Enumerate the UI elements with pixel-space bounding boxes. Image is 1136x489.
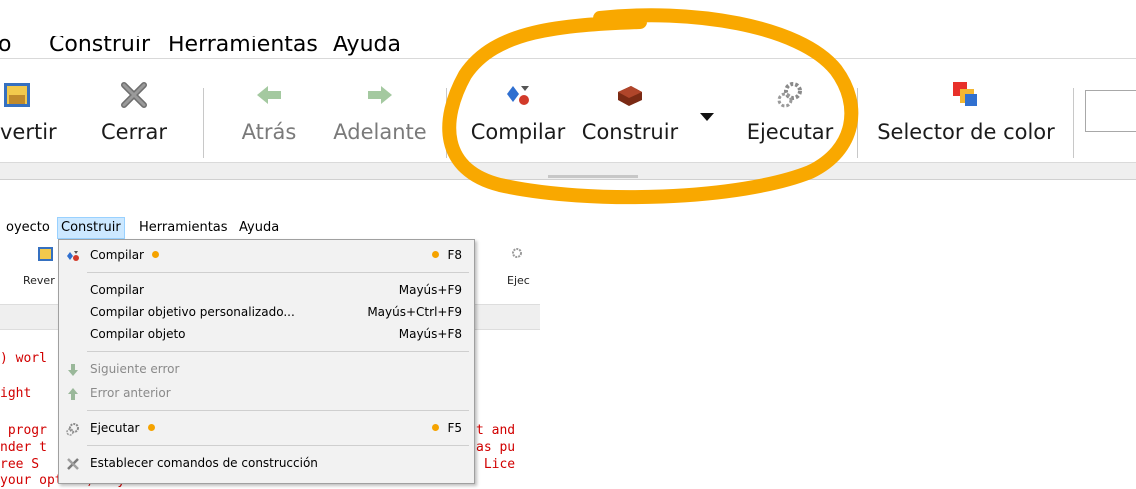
code-line: ree S (0, 457, 40, 472)
build-label: Construir (581, 120, 679, 144)
status-dot (151, 251, 159, 258)
code-line: nder t (0, 440, 47, 455)
menu-item-label: Establecer comandos de construcción (90, 456, 318, 470)
close-label: Cerrar (101, 120, 167, 144)
menu-item-compilar-objetivo[interactable]: Compilar objetivo personalizado... Mayús… (59, 302, 474, 324)
menu-item-ejecutar[interactable]: Ejecutar F5 (59, 418, 474, 440)
color-picker-button[interactable]: Selector de color (876, 68, 1056, 168)
menu-item-label: Compilar objeto (90, 327, 186, 341)
menu-item-label: Ejecutar (90, 421, 155, 435)
build-button[interactable]: Construir (580, 68, 680, 168)
menu-construir[interactable]: Construir (57, 217, 125, 239)
toolbar-search-field[interactable] (1085, 90, 1136, 132)
menu-item-compilar[interactable]: Compilar Mayús+F9 (59, 280, 474, 302)
construir-dropdown-menu: Compilar F8 Compilar Mayús+F9 Compilar o… (58, 239, 475, 484)
tools-icon (67, 458, 79, 470)
compile-label: Compilar (470, 120, 566, 144)
small-run-label[interactable]: Ejec (507, 274, 530, 287)
main-toolbar: vertir Cerrar Atrás Adelante Compilar Co… (0, 68, 1136, 168)
code-line: t and (476, 423, 516, 438)
revert-button[interactable]: vertir (0, 68, 57, 168)
top-menubar: o Construir Herramientas Ayuda (0, 36, 1136, 58)
color-picker-label: Selector de color (877, 120, 1055, 144)
menu-item-label: Siguiente error (90, 362, 180, 376)
compile-button[interactable]: Compilar (470, 68, 566, 168)
status-dot (432, 251, 440, 258)
menu-item-compilar-objeto[interactable]: Compilar objeto Mayús+F8 (59, 324, 474, 346)
run-label: Ejecutar (746, 120, 834, 144)
menu-item-label: Error anterior (90, 386, 171, 400)
code-line: progr (0, 423, 47, 438)
menu-item-siguiente-error[interactable]: Siguiente error (59, 359, 474, 381)
back-button[interactable]: Atrás (233, 68, 305, 168)
menu-item-shortcut: F5 (432, 421, 462, 435)
revert-label: vertir (0, 120, 57, 144)
arrow-right-icon (368, 86, 392, 104)
toolbar-separator (203, 88, 204, 158)
small-menubar: oyecto Construir Herramientas Ayuda (0, 217, 540, 239)
brick-icon (618, 86, 642, 106)
close-icon (121, 82, 147, 108)
back-label: Atrás (241, 120, 297, 144)
code-line: ight (0, 386, 32, 401)
toolbar-separator (857, 88, 858, 158)
run-button[interactable]: Ejecutar (745, 68, 835, 168)
menu-herramientas[interactable]: Herramientas (136, 218, 231, 238)
forward-button[interactable]: Adelante (330, 68, 430, 168)
status-dot (432, 424, 440, 431)
top-menubar-divider (0, 58, 1136, 59)
menu-proyecto[interactable]: oyecto (3, 218, 53, 238)
code-line: ) worl (0, 351, 47, 366)
menu-separator (87, 351, 469, 352)
top-menu-ayuda[interactable]: Ayuda (333, 36, 401, 57)
revert-icon (38, 247, 53, 261)
menu-item-label: Compilar (90, 283, 144, 297)
code-line: Lice (476, 457, 516, 472)
gears-icon (66, 423, 79, 436)
menu-item-label: Compilar objetivo personalizado... (90, 305, 295, 319)
close-button[interactable]: Cerrar (96, 68, 172, 168)
color-picker-icon (953, 82, 977, 106)
menu-separator (87, 410, 469, 411)
menu-item-label: Compilar (90, 248, 159, 262)
menu-item-shortcut: F8 (432, 248, 462, 262)
menu-separator (87, 272, 469, 273)
toolbar-separator (446, 88, 447, 158)
toolbar-separator (1073, 88, 1074, 158)
arrow-left-icon (257, 86, 281, 104)
forward-label: Adelante (333, 120, 427, 144)
menu-item-shortcut: Mayús+Ctrl+F9 (367, 305, 462, 319)
chevron-down-icon (700, 113, 714, 121)
arrow-down-icon (68, 364, 78, 376)
top-panel-bar (0, 162, 1136, 180)
revert-icon (4, 83, 30, 107)
menu-separator (87, 445, 469, 446)
top-menu-herramientas[interactable]: Herramientas (168, 36, 318, 57)
menu-item-compilar-highlight[interactable]: Compilar F8 (59, 245, 474, 267)
build-dropdown-button[interactable] (696, 68, 718, 168)
top-menu-file-tail[interactable]: o (0, 36, 11, 57)
menu-item-shortcut: Mayús+F9 (398, 283, 462, 297)
code-line: as pu (476, 440, 516, 455)
compile-icon (507, 86, 529, 105)
gears-icon (512, 248, 522, 258)
top-menu-construir[interactable]: Construir (49, 36, 150, 57)
menu-item-establecer-comandos[interactable]: Establecer comandos de construcción (59, 453, 474, 475)
gears-icon (777, 82, 802, 108)
small-revert-label[interactable]: Rever (23, 274, 55, 287)
status-dot (147, 424, 155, 431)
splitter-grip[interactable] (548, 175, 638, 178)
compile-icon (67, 251, 79, 261)
menu-item-error-anterior[interactable]: Error anterior (59, 383, 474, 405)
menu-item-shortcut: Mayús+F8 (398, 327, 462, 341)
menu-ayuda[interactable]: Ayuda (236, 218, 282, 238)
arrow-up-icon (68, 388, 78, 400)
